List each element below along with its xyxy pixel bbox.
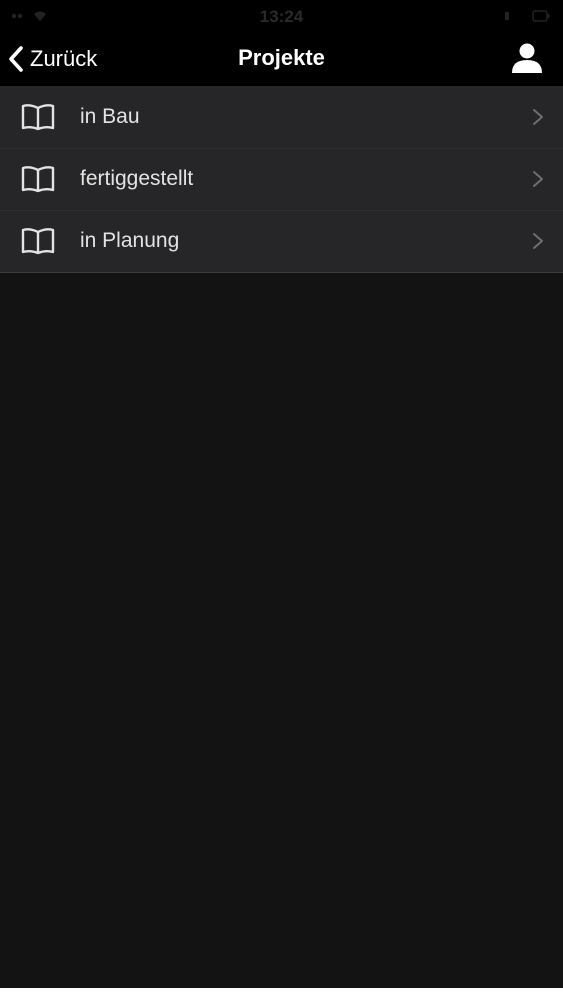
app-screen: 13:24 Zurück Projekte in Bau fertiggeste…: [0, 0, 563, 1000]
list-item-label: in Bau: [80, 105, 140, 128]
battery-icon: [505, 10, 550, 22]
page-title: Projekte: [238, 45, 325, 70]
chevron-right-icon: [531, 231, 545, 251]
navigation-bar: Zurück Projekte: [0, 32, 563, 86]
status-time: 13:24: [259, 7, 304, 26]
status-bar: 13:24: [0, 0, 563, 32]
user-profile-icon: [512, 43, 542, 73]
open-book-icon: [20, 102, 56, 132]
chevron-right-icon: [531, 169, 545, 189]
project-category-list: in Bau fertiggestellt in Planung: [0, 86, 563, 273]
profile-button[interactable]: [509, 40, 545, 76]
list-item-label: in Planung: [80, 229, 180, 252]
list-item-in-planung[interactable]: in Planung: [0, 210, 563, 272]
open-book-icon: [20, 226, 56, 256]
open-book-icon: [20, 164, 56, 194]
bottom-edge: [0, 988, 563, 1000]
list-item-label: fertiggestellt: [80, 167, 194, 190]
list-item-fertiggestellt[interactable]: fertiggestellt: [0, 148, 563, 210]
chevron-right-icon: [531, 107, 545, 127]
list-item-in-bau[interactable]: in Bau: [0, 86, 563, 148]
